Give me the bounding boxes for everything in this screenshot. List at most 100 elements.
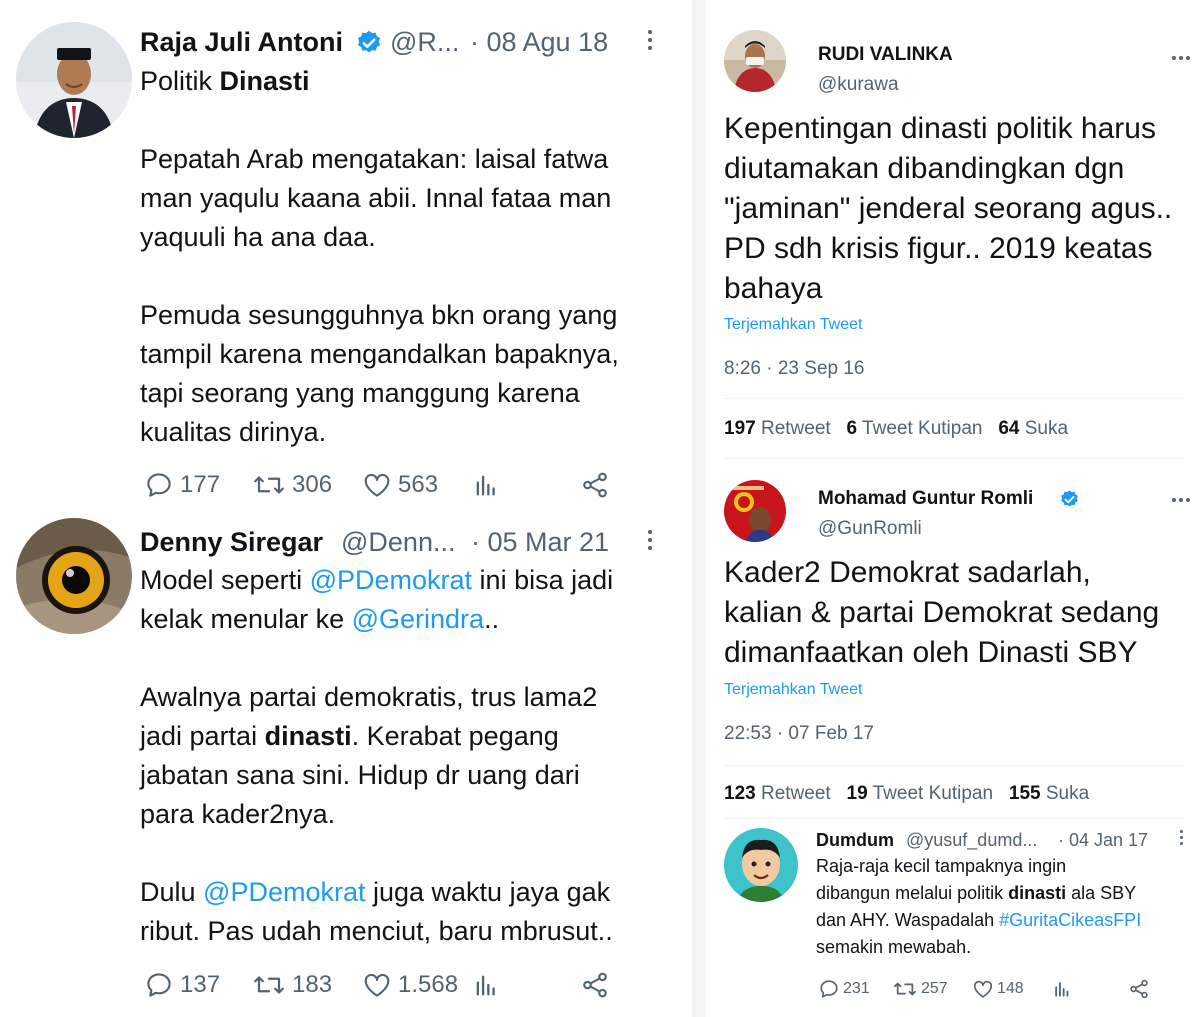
author-handle[interactable]: @kurawa xyxy=(818,74,899,96)
panel-gap xyxy=(692,0,706,1017)
tweet-stats: 123 Retweet 19 Tweet Kutipan 155 Suka xyxy=(724,783,1089,805)
analytics-button[interactable] xyxy=(472,970,500,1000)
analytics-button[interactable] xyxy=(472,470,500,500)
retweet-icon xyxy=(254,976,284,994)
like-icon xyxy=(364,973,390,997)
mention-link[interactable]: @Gerindra xyxy=(352,604,484,634)
tweet-line: dibangun melalui politik dinasti ala SBY xyxy=(816,883,1137,903)
likes-stat[interactable]: 155 Suka xyxy=(1009,783,1089,804)
tweet-line: Raja-raja kecil tampaknya ingin xyxy=(816,856,1067,876)
like-button[interactable]: 1.568 xyxy=(362,970,458,1000)
tweet-line: "jaminan" jenderal seorang agus.. xyxy=(724,192,1173,225)
share-icon xyxy=(583,472,607,498)
divider xyxy=(724,458,1184,459)
divider xyxy=(724,398,1184,399)
tweet-line: PD sdh krisis figur.. 2019 keatas xyxy=(724,232,1153,265)
author-name[interactable]: Denny Siregar xyxy=(140,527,323,558)
analytics-icon xyxy=(1055,982,1069,997)
retweet-count: 183 xyxy=(292,971,333,998)
tweet-date[interactable]: · 08 Agu 18 xyxy=(470,27,608,58)
reply-icon xyxy=(147,473,171,497)
hashtag-link[interactable]: #GuritaCikeasFPI xyxy=(999,910,1141,930)
tweet-line: kalian & partai Demokrat sedang xyxy=(724,596,1160,629)
retweets-stat[interactable]: 197 Retweet xyxy=(724,418,831,439)
retweet-count: 257 xyxy=(921,980,948,997)
author-handle[interactable]: @Denn... xyxy=(341,527,455,558)
more-icon[interactable] xyxy=(1172,498,1190,502)
avatar-guntur-image xyxy=(724,480,786,542)
more-icon[interactable] xyxy=(1180,830,1183,845)
tweet-date[interactable]: · 05 Mar 21 xyxy=(471,527,609,558)
author-handle[interactable]: @GunRomli xyxy=(818,518,922,540)
tweet-line: jabatan sana sini. Hidup dr uang dari xyxy=(140,760,580,790)
like-button[interactable]: 148 xyxy=(972,978,1024,1000)
tweet-line: dan AHY. Waspadalah #GuritaCikeasFPI xyxy=(816,910,1142,930)
more-icon[interactable] xyxy=(647,30,653,54)
retweet-button[interactable]: 257 xyxy=(892,978,948,1000)
avatar[interactable] xyxy=(16,22,132,138)
author-name[interactable]: Dumdum xyxy=(816,830,894,851)
reply-count: 231 xyxy=(843,980,870,997)
share-button[interactable] xyxy=(580,970,610,1000)
tweet-line: Kepentingan dinasti politik harus xyxy=(724,112,1156,145)
likes-stat[interactable]: 64 Suka xyxy=(998,418,1068,439)
translate-link[interactable]: Terjemahkan Tweet xyxy=(724,681,862,699)
like-count: 563 xyxy=(398,471,439,498)
tweet-line: dimanfaatkan oleh Dinasti SBY xyxy=(724,636,1138,669)
reply-icon xyxy=(820,980,838,998)
retweets-stat[interactable]: 123 Retweet xyxy=(724,783,831,804)
author-handle[interactable]: @yusuf_dumd... xyxy=(906,830,1037,851)
tweet-line: Model seperti @PDemokrat ini bisa jadi xyxy=(140,565,614,595)
share-button[interactable] xyxy=(1128,978,1150,1000)
mention-link[interactable]: @PDemokrat xyxy=(203,877,365,907)
quotes-stat[interactable]: 19 Tweet Kutipan xyxy=(847,783,994,804)
tweet-line: man yaqulu kaana abii. Innal fataa man xyxy=(140,183,612,213)
retweet-button[interactable]: 306 xyxy=(252,470,332,500)
divider xyxy=(724,765,1184,766)
divider xyxy=(724,818,1184,819)
avatar[interactable] xyxy=(724,30,786,92)
more-icon[interactable] xyxy=(647,530,653,554)
mention-link[interactable]: @PDemokrat xyxy=(310,565,472,595)
analytics-icon xyxy=(476,975,495,996)
analytics-button[interactable] xyxy=(1052,978,1072,1000)
tweet-date[interactable]: · 04 Jan 17 xyxy=(1058,830,1148,851)
quotes-stat[interactable]: 6 Tweet Kutipan xyxy=(847,418,983,439)
reply-button[interactable]: 177 xyxy=(144,470,220,500)
tweet-timestamp[interactable]: 8:26 · 23 Sep 16 xyxy=(724,358,865,380)
tweet-stats: 197 Retweet 6 Tweet Kutipan 64 Suka xyxy=(724,418,1068,440)
tweet-line: yaquuli ha ana daa. xyxy=(140,222,376,252)
like-button[interactable]: 563 xyxy=(362,470,438,500)
share-icon xyxy=(1130,979,1148,999)
right-screenshot-panel: RUDI VALINKA @kurawa Kepentingan dinasti… xyxy=(706,0,1200,1017)
reply-button[interactable]: 231 xyxy=(818,978,870,1000)
retweet-count: 306 xyxy=(292,471,333,498)
tweet-timestamp[interactable]: 22:53 · 07 Feb 17 xyxy=(724,723,874,745)
retweet-icon xyxy=(894,982,916,996)
avatar-raja-image xyxy=(16,22,132,138)
author-name[interactable]: Raja Juli Antoni xyxy=(140,27,343,58)
tweet-line: ribut. Pas udah menciut, baru mbrusut.. xyxy=(140,916,613,946)
more-icon[interactable] xyxy=(1172,56,1190,60)
author-name[interactable]: RUDI VALINKA xyxy=(818,44,953,66)
avatar[interactable] xyxy=(16,518,132,634)
reply-count: 137 xyxy=(180,971,221,998)
reply-count: 177 xyxy=(180,471,221,498)
tweet-line: Kader2 Demokrat sadarlah, xyxy=(724,556,1091,589)
reply-icon xyxy=(147,973,171,997)
translate-link[interactable]: Terjemahkan Tweet xyxy=(724,316,862,334)
tweet-line: bahaya xyxy=(724,272,823,305)
author-name[interactable]: Mohamad Guntur Romli xyxy=(818,488,1033,510)
tweet-line: Dulu @PDemokrat juga waktu jaya gak xyxy=(140,877,611,907)
author-handle[interactable]: @R... xyxy=(390,27,459,58)
tweet-line: Awalnya partai demokratis, trus lama2 xyxy=(140,682,598,712)
retweet-button[interactable]: 183 xyxy=(252,970,332,1000)
share-button[interactable] xyxy=(580,470,610,500)
avatar[interactable] xyxy=(724,828,798,902)
reply-button[interactable]: 137 xyxy=(144,970,220,1000)
like-count: 1.568 xyxy=(398,971,459,998)
avatar[interactable] xyxy=(724,480,786,542)
tweet-line: Pemuda sesungguhnya bkn orang yang xyxy=(140,300,618,330)
avatar-owl-eye-image xyxy=(16,518,132,634)
tweet-line: diutamakan dibandingkan dgn xyxy=(724,152,1125,185)
